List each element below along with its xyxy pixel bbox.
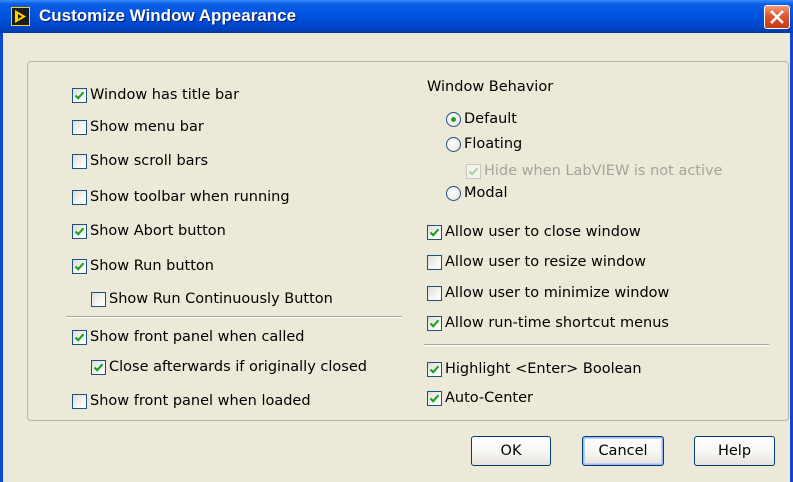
option-hide-when-labview-not-active[interactable]: Hide when LabVIEW is not active — [466, 161, 723, 181]
radio-label: Floating — [464, 136, 523, 152]
option-window-has-title-bar[interactable]: Window has title bar — [72, 85, 239, 105]
option-allow-close-window[interactable]: Allow user to close window — [427, 222, 641, 242]
checkbox-show-front-panel-when-loaded[interactable] — [72, 393, 87, 409]
checkbox-close-afterwards[interactable] — [91, 359, 106, 375]
option-label: Hide when LabVIEW is not active — [484, 163, 723, 179]
radio-button-floating[interactable] — [446, 136, 461, 152]
option-show-run-button[interactable]: Show Run button — [72, 256, 214, 276]
dialog-window: Customize Window Appearance Window has t… — [0, 0, 793, 482]
option-show-front-panel-when-loaded[interactable]: Show front panel when loaded — [72, 391, 311, 411]
checkbox-allow-runtime-shortcut-menus[interactable] — [427, 315, 442, 331]
option-allow-resize-window[interactable]: Allow user to resize window — [427, 252, 646, 272]
checkbox-allow-resize-window[interactable] — [427, 254, 442, 270]
check-mark-icon — [74, 261, 85, 271]
radio-option-modal[interactable]: Modal — [446, 183, 508, 203]
radio-button-modal[interactable] — [446, 185, 461, 201]
option-label: Show menu bar — [90, 119, 204, 135]
option-close-afterwards[interactable]: Close afterwards if originally closed — [91, 357, 367, 377]
radio-label: Modal — [464, 185, 508, 201]
checkbox-show-run-continuously-button[interactable] — [91, 291, 106, 307]
radio-selected-dot — [451, 116, 456, 122]
checkbox-window-has-title-bar[interactable] — [72, 87, 87, 103]
checkbox-show-menu-bar[interactable] — [72, 119, 87, 135]
check-mark-icon — [468, 166, 479, 176]
check-mark-icon — [429, 393, 440, 403]
title-bar[interactable]: Customize Window Appearance — [0, 0, 793, 33]
close-icon — [770, 10, 784, 24]
cancel-button[interactable]: Cancel — [582, 436, 664, 466]
option-label: Allow user to close window — [445, 224, 641, 240]
option-label: Auto-Center — [445, 390, 533, 406]
option-show-abort-button[interactable]: Show Abort button — [72, 221, 226, 241]
checkbox-show-abort-button[interactable] — [72, 223, 87, 239]
checkbox-show-run-button[interactable] — [72, 258, 87, 274]
option-label: Highlight <Enter> Boolean — [445, 361, 642, 377]
checkbox-allow-close-window[interactable] — [427, 224, 442, 240]
option-allow-runtime-shortcut-menus[interactable]: Allow run-time shortcut menus — [427, 313, 669, 333]
option-label: Window has title bar — [90, 87, 240, 103]
checkbox-show-toolbar-when-running[interactable] — [72, 189, 87, 205]
left-separator — [66, 316, 402, 318]
close-button[interactable] — [764, 5, 790, 29]
option-show-menu-bar[interactable]: Show menu bar — [72, 117, 204, 137]
radio-option-default[interactable]: Default — [446, 109, 517, 129]
check-mark-icon — [93, 362, 104, 372]
checkbox-allow-minimize-window[interactable] — [427, 285, 442, 301]
window-behavior-heading: Window Behavior — [427, 79, 554, 95]
help-button[interactable]: Help — [694, 436, 775, 466]
check-mark-icon — [74, 90, 85, 100]
option-label: Show Run Continuously Button — [109, 291, 333, 307]
option-show-run-continuously-button[interactable]: Show Run Continuously Button — [91, 289, 333, 309]
option-label: Show front panel when called — [90, 329, 305, 345]
checkbox-show-front-panel-when-called[interactable] — [72, 329, 87, 345]
option-label: Allow user to resize window — [445, 254, 647, 270]
option-show-toolbar-when-running[interactable]: Show toolbar when running — [72, 187, 290, 207]
option-show-front-panel-when-called[interactable]: Show front panel when called — [72, 327, 304, 347]
check-mark-icon — [429, 227, 440, 237]
option-label: Allow user to minimize window — [445, 285, 670, 301]
check-mark-icon — [429, 364, 440, 374]
radio-button-default[interactable] — [446, 111, 461, 127]
checkbox-hide-when-labview-not-active[interactable] — [466, 163, 481, 179]
option-highlight-enter-boolean[interactable]: Highlight <Enter> Boolean — [427, 359, 642, 379]
right-separator — [424, 344, 769, 346]
window-title: Customize Window Appearance — [39, 6, 297, 25]
option-auto-center[interactable]: Auto-Center — [427, 388, 533, 408]
option-label: Close afterwards if originally closed — [109, 359, 367, 375]
checkbox-highlight-enter-boolean[interactable] — [427, 361, 442, 377]
option-label: Show scroll bars — [90, 153, 209, 169]
checkbox-auto-center[interactable] — [427, 390, 442, 406]
option-label: Show front panel when loaded — [90, 393, 311, 409]
check-mark-icon — [74, 332, 85, 342]
option-label: Show Abort button — [90, 223, 226, 239]
radio-option-floating[interactable]: Floating — [446, 134, 522, 154]
ok-button[interactable]: OK — [471, 436, 551, 466]
checkbox-show-scroll-bars[interactable] — [72, 153, 87, 169]
option-label: Show Run button — [90, 258, 214, 274]
option-label: Show toolbar when running — [90, 189, 290, 205]
check-mark-icon — [429, 318, 440, 328]
option-label: Allow run-time shortcut menus — [445, 315, 669, 331]
radio-label: Default — [464, 111, 517, 127]
option-allow-minimize-window[interactable]: Allow user to minimize window — [427, 283, 669, 303]
check-mark-icon — [74, 226, 85, 236]
option-show-scroll-bars[interactable]: Show scroll bars — [72, 151, 208, 171]
labview-app-icon — [11, 7, 30, 26]
